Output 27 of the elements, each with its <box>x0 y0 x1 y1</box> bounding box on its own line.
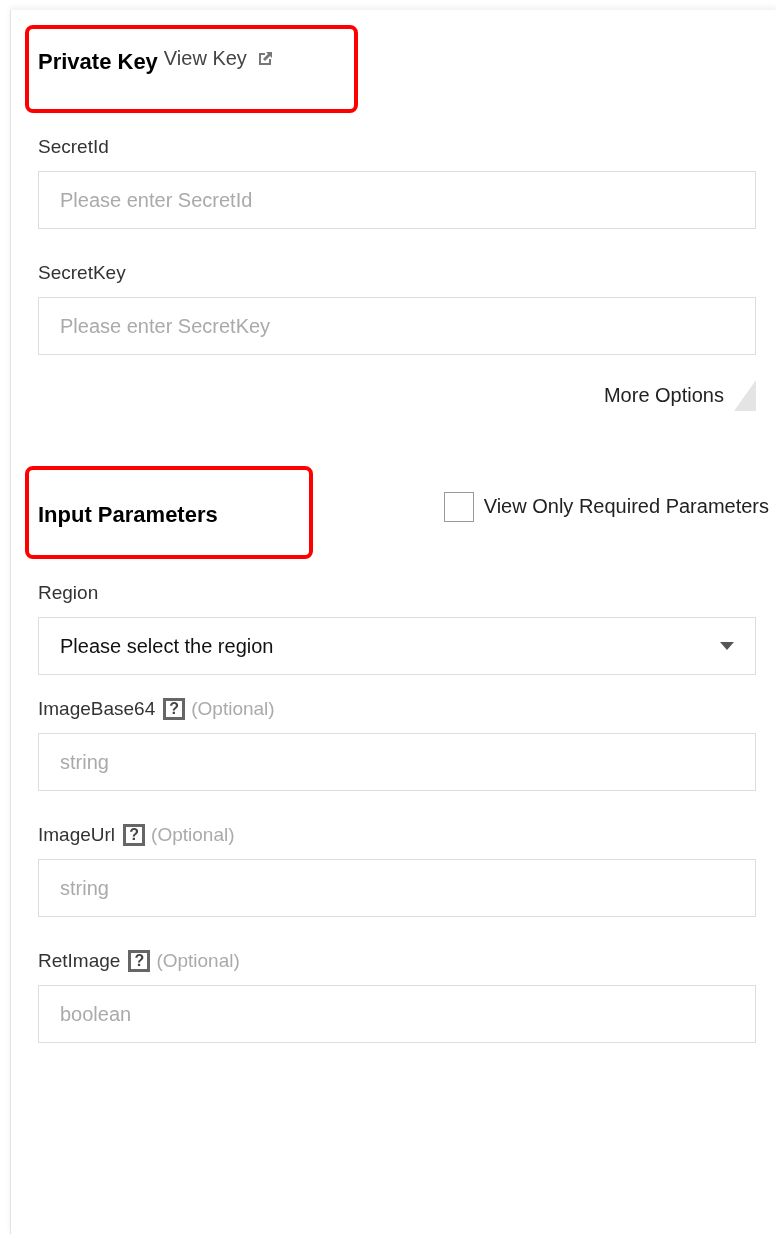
optional-note: (Optional) <box>151 824 235 846</box>
help-mark[interactable]: ? <box>163 698 186 720</box>
field-label: SecretKey <box>38 262 126 284</box>
section-heading: Input Parameters <box>38 502 218 528</box>
help-mark[interactable]: ? <box>123 824 146 846</box>
more-options-link[interactable]: More Options <box>603 384 724 407</box>
input-field[interactable]: boolean <box>38 985 756 1043</box>
field-label: ImageUrl <box>38 824 116 846</box>
field-label: SecretId <box>38 136 109 158</box>
section-heading: Private Key <box>38 49 158 75</box>
corner-triangle-icon <box>734 380 756 411</box>
input-field[interactable]: Please enter SecretKey <box>38 297 756 355</box>
checkbox[interactable] <box>443 491 474 522</box>
dropdown-caret-icon <box>720 642 734 650</box>
input-field[interactable]: string <box>38 733 756 791</box>
input-field[interactable]: string <box>38 859 756 917</box>
help-mark[interactable]: ? <box>128 950 151 972</box>
external-link-icon <box>256 51 273 67</box>
region-select[interactable]: Please select the region <box>38 617 756 675</box>
checkbox-label[interactable]: View Only Required Parameters <box>483 495 769 518</box>
optional-note: (Optional) <box>191 698 275 720</box>
field-label: Region <box>38 582 99 604</box>
optional-note: (Optional) <box>156 950 240 972</box>
view-key-link[interactable]: View Key <box>163 47 247 70</box>
input-field[interactable]: Please enter SecretId <box>38 171 756 229</box>
field-label: ImageBase64 <box>38 698 156 720</box>
field-label: RetImage <box>38 950 121 972</box>
